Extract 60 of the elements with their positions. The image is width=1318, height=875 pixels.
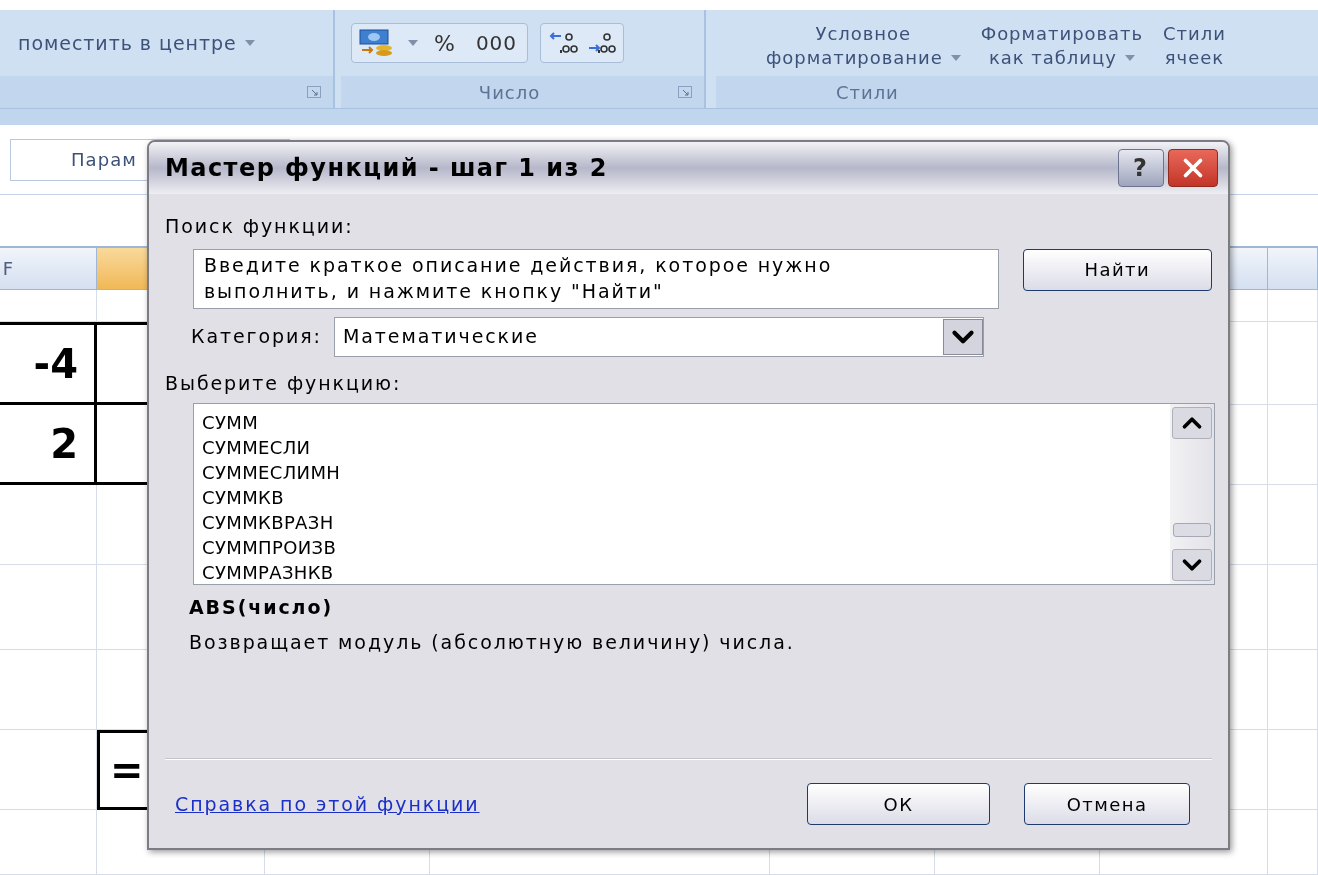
scroll-down-icon[interactable] bbox=[1172, 549, 1212, 581]
caret-icon bbox=[244, 40, 255, 46]
styles-button[interactable]: Форматировать как таблицу bbox=[980, 22, 1144, 70]
thousands-separator-button[interactable]: 000 bbox=[471, 28, 521, 58]
grid-cell[interactable] bbox=[1268, 485, 1318, 565]
grid-cell[interactable] bbox=[1268, 405, 1318, 485]
grid-cell[interactable] bbox=[1268, 730, 1318, 810]
grid-cell[interactable] bbox=[0, 650, 97, 730]
grid-cell[interactable] bbox=[0, 290, 97, 322]
category-label: Категория: bbox=[191, 324, 322, 350]
grid-cell[interactable] bbox=[0, 485, 97, 565]
table-cell-text: -4 bbox=[33, 339, 78, 389]
scroll-thumb[interactable] bbox=[1173, 523, 1211, 537]
function-description: Возвращает модуль (абсолютную величину) числа. bbox=[189, 629, 796, 655]
help-link[interactable]: Справка по этой функции bbox=[175, 789, 807, 819]
search-label: Поиск функции: bbox=[165, 214, 355, 239]
group-label: Стили bbox=[836, 80, 899, 105]
function-list-item[interactable]: СУММКВРАЗН bbox=[202, 510, 1170, 535]
ok-button[interactable]: ОК bbox=[807, 783, 990, 825]
grid-cell[interactable] bbox=[0, 810, 97, 875]
caret-icon bbox=[1124, 55, 1135, 61]
category-dropdown[interactable]: Математические bbox=[333, 316, 984, 357]
grid-cell[interactable] bbox=[0, 565, 97, 650]
dialog-launcher-icon[interactable] bbox=[678, 86, 692, 98]
caret-icon bbox=[950, 55, 961, 61]
close-button[interactable] bbox=[1168, 149, 1218, 187]
group-label: Число bbox=[477, 80, 542, 105]
function-signature: ABS(число) bbox=[189, 595, 335, 620]
grid-cell[interactable] bbox=[1268, 565, 1318, 650]
grid-cell[interactable]: 2 bbox=[0, 405, 97, 485]
table-cell-text: 2 bbox=[50, 419, 78, 469]
percent-button[interactable]: % bbox=[428, 26, 462, 60]
dialog-launcher-icon[interactable] bbox=[307, 86, 321, 98]
grid-cell[interactable] bbox=[1268, 810, 1318, 875]
cancel-button[interactable]: Отмена bbox=[1024, 783, 1190, 825]
help-button[interactable]: ? bbox=[1118, 149, 1164, 187]
styles-button[interactable]: Стили ячеек bbox=[1163, 22, 1226, 70]
grid-cell[interactable] bbox=[1268, 290, 1318, 322]
function-list-item[interactable]: СУММПРОИЗВ bbox=[202, 535, 1170, 560]
function-list[interactable]: СУММ СУММЕСЛИ СУММЕСЛИМН СУММКВ СУММКВРАЗН СУММПРОИЗВ СУММРАЗНКВ bbox=[193, 403, 1215, 585]
grid-cell[interactable] bbox=[1268, 322, 1318, 405]
scrollbar[interactable] bbox=[1170, 404, 1214, 584]
function-list-item[interactable]: СУММ bbox=[202, 410, 1170, 435]
function-list-item[interactable]: СУММЕСЛИ bbox=[202, 435, 1170, 460]
function-list-item[interactable]: СУММЕСЛИМН bbox=[202, 460, 1170, 485]
merge-center-button[interactable]: поместить в центре bbox=[18, 28, 255, 58]
grid-cell[interactable]: -4 bbox=[0, 322, 97, 405]
grid-cell[interactable] bbox=[0, 730, 97, 810]
scroll-up-icon[interactable] bbox=[1172, 407, 1212, 439]
styles-button[interactable]: Условное форматирование bbox=[766, 22, 961, 70]
table-cell-text: = bbox=[110, 746, 144, 795]
search-field[interactable]: Введите краткое описание действия, которое нужно выполнить, и нажмите кнопку "Найти" bbox=[193, 248, 999, 309]
caret-icon[interactable] bbox=[408, 40, 418, 46]
grid-cell[interactable] bbox=[1268, 650, 1318, 730]
function-list-item[interactable]: СУММКВ bbox=[202, 485, 1170, 510]
function-list-item[interactable]: СУММРАЗНКВ bbox=[202, 560, 1170, 585]
find-button[interactable]: Найти bbox=[1022, 248, 1212, 291]
window-title: Мастер функций - шаг 1 из 2 bbox=[165, 153, 609, 184]
function-list-label: Выберите функцию: bbox=[165, 370, 403, 396]
name-box[interactable]: Парам bbox=[71, 146, 137, 173]
